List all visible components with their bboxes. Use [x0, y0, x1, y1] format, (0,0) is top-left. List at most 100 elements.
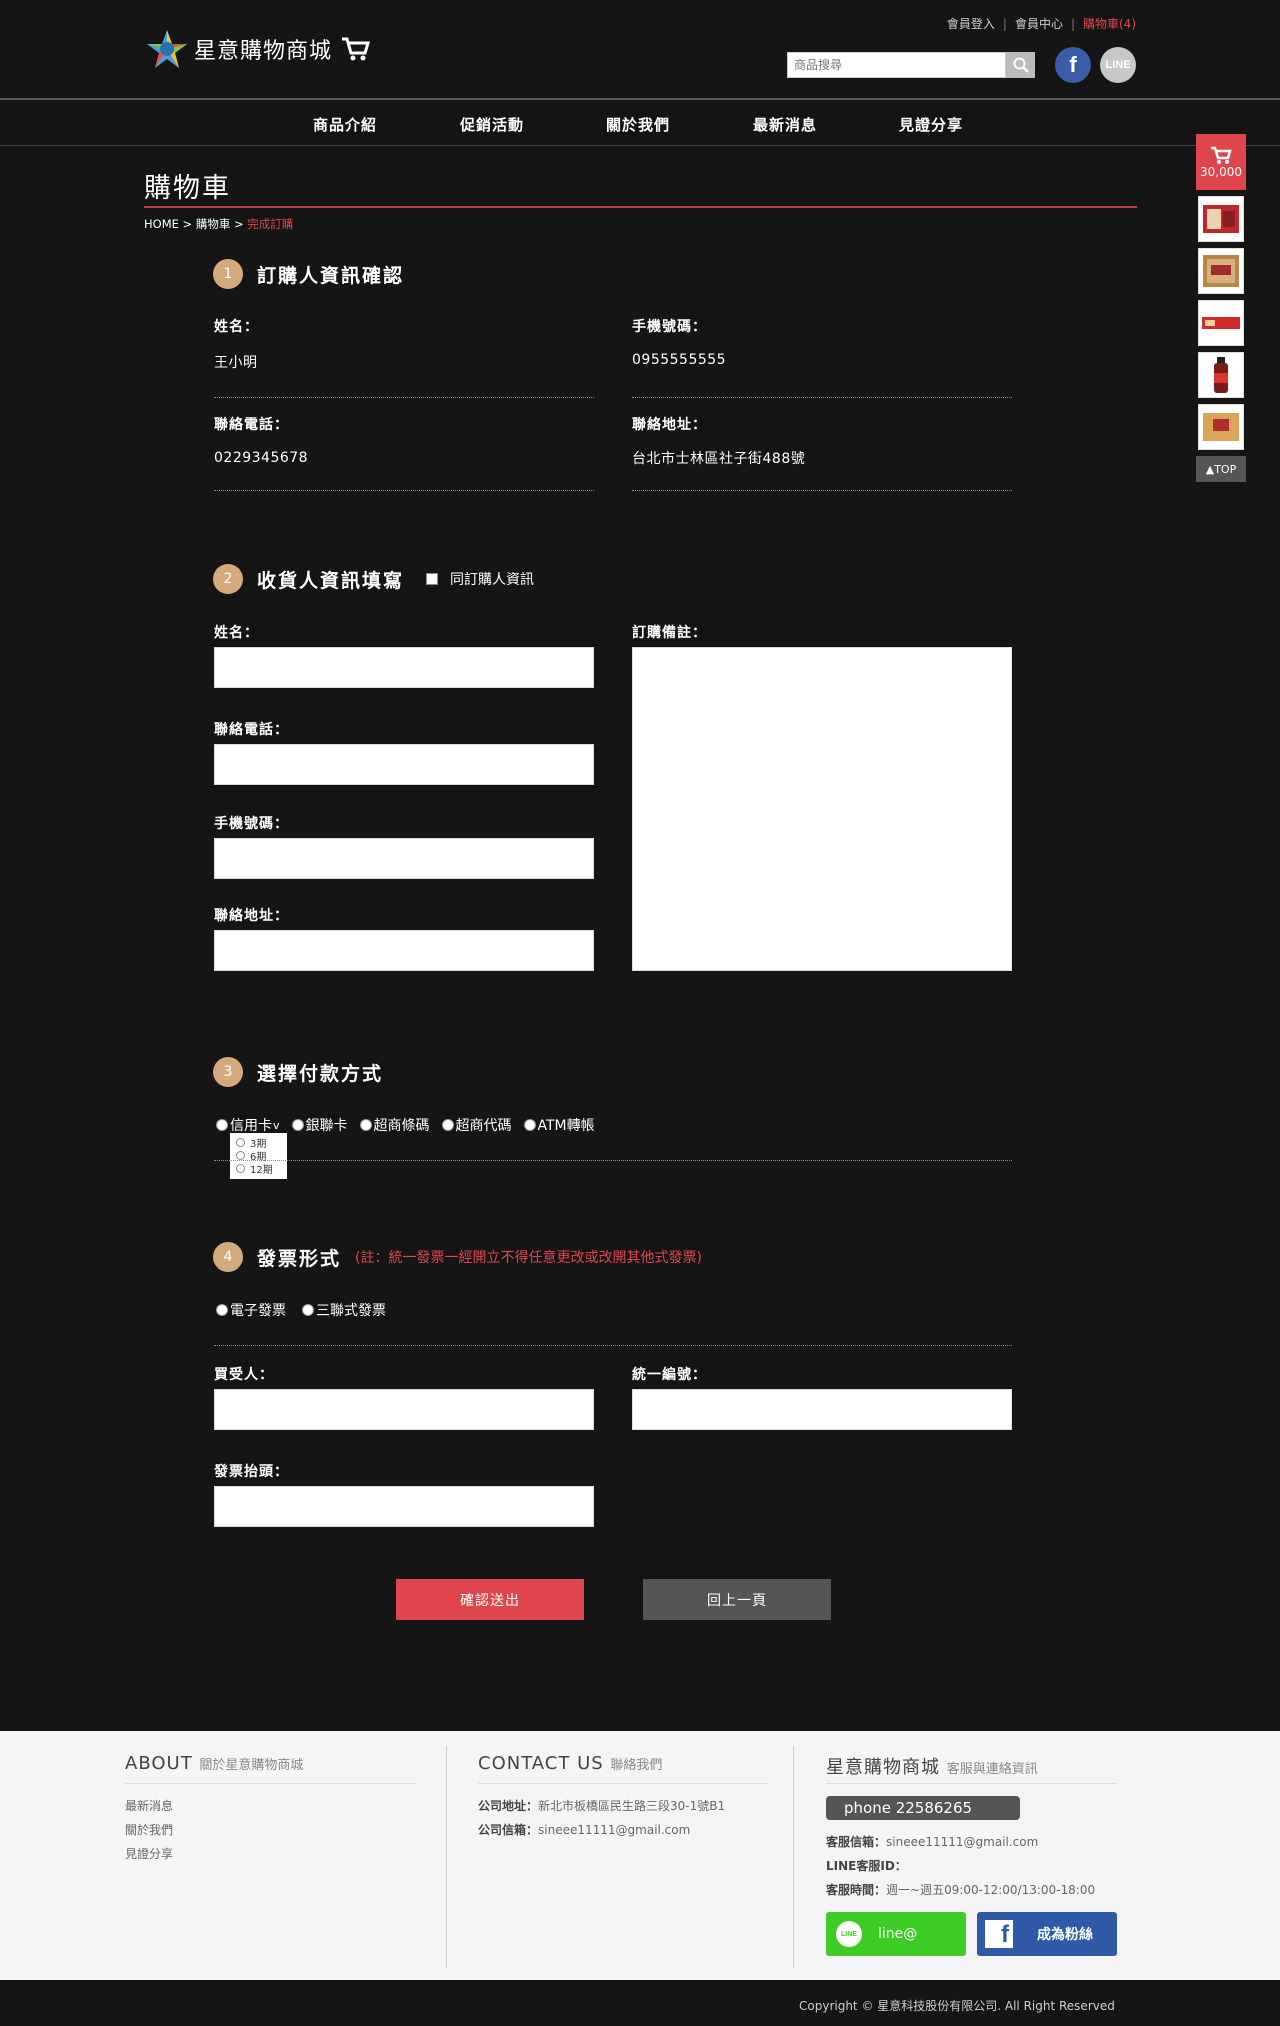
breadcrumb-cart[interactable]: 購物車 [196, 217, 231, 231]
payment-option-store-code[interactable]: 超商代碼 [441, 1115, 512, 1135]
cart-icon [1211, 146, 1232, 164]
breadcrumb-home[interactable]: HOME [144, 217, 179, 231]
installment-dropdown: 3期 6期 12期 [230, 1133, 287, 1179]
page-title: 購物車 [144, 173, 231, 204]
invoice-option-electronic[interactable]: 電子發票 [216, 1300, 286, 1320]
breadcrumb-current: 完成訂購 [247, 217, 294, 231]
payment-option-credit-card[interactable]: 信用卡 v [216, 1115, 280, 1135]
line-icon[interactable]: LINE [1100, 47, 1136, 83]
line-add-button[interactable]: LINE line@ [826, 1912, 966, 1956]
copyright-bar: Copyright © 星意科技股份有限公司. All Right Reserv… [0, 1980, 1280, 2026]
tax-id-input[interactable] [632, 1389, 1012, 1430]
buyer-entity-label: 買受人： [214, 1367, 274, 1383]
option-label: 電子發票 [230, 1303, 286, 1319]
radio-button[interactable] [441, 1119, 454, 1131]
facebook-fan-button[interactable]: f 成為粉絲 [977, 1912, 1117, 1956]
cart-item-thumbnail[interactable] [1198, 404, 1244, 450]
buyer-mobile-value: 0955555555 [632, 352, 727, 368]
buyer-phone-label: 聯絡電話： [214, 417, 289, 433]
recipient-address-input[interactable] [214, 930, 594, 971]
footer-link-news[interactable]: 最新消息 [125, 1797, 173, 1814]
radio-button[interactable] [359, 1119, 372, 1131]
divider [214, 1160, 1012, 1161]
divider [214, 1345, 1012, 1346]
search-input[interactable] [787, 52, 1006, 78]
divider [826, 1783, 1117, 1784]
buyer-entity-input[interactable] [214, 1389, 594, 1430]
email-value[interactable]: sineee11111@gmail.com [538, 1823, 690, 1837]
footer-service-title: 星意購物商城 客服與連絡資訊 [826, 1753, 1038, 1779]
search-bar [787, 52, 1035, 78]
recipient-phone-input[interactable] [214, 744, 594, 785]
nav-item-testimonials[interactable]: 見證分享 [899, 114, 963, 135]
login-link[interactable]: 會員登入 [947, 15, 995, 32]
member-center-link[interactable]: 會員中心 [1015, 15, 1063, 32]
product-image [1202, 317, 1240, 329]
same-as-buyer-checkbox[interactable] [426, 573, 439, 585]
section-title: 選擇付款方式 [257, 1062, 384, 1085]
cart-link[interactable]: 購物車(4) [1083, 15, 1136, 32]
same-as-buyer-option[interactable]: 同訂購人資訊 [426, 569, 534, 589]
address-label: 公司地址： [478, 1799, 539, 1813]
radio-button[interactable] [216, 1304, 228, 1316]
radio-button[interactable] [216, 1119, 228, 1131]
back-to-top-button[interactable]: ▲TOP [1196, 456, 1246, 482]
option-label: 三聯式發票 [316, 1303, 386, 1319]
radio-button[interactable] [291, 1119, 304, 1131]
cart-item-thumbnail[interactable] [1198, 352, 1244, 398]
recipient-name-label: 姓名： [214, 625, 259, 641]
cart-item-thumbnail[interactable] [1198, 248, 1244, 294]
company-address: 公司地址：新北市板橋區民生路三段30-1號B1 [478, 1797, 725, 1814]
step-number: 1 [213, 259, 243, 289]
cart-total: 30,000 [1200, 165, 1242, 179]
cart-item-thumbnail[interactable] [1198, 196, 1244, 242]
nav-item-about[interactable]: 關於我們 [606, 114, 670, 135]
payment-option-barcode[interactable]: 超商條碼 [359, 1115, 430, 1135]
floating-cart[interactable]: 30,000 [1196, 134, 1246, 190]
section-recipient-heading: 2 收貨人資訊填寫 同訂購人資訊 [213, 564, 534, 594]
footer-contact-title: CONTACT US 聯絡我們 [478, 1753, 662, 1774]
cart-item-thumbnail[interactable] [1198, 300, 1244, 346]
invoice-title-label: 發票抬頭： [214, 1464, 289, 1480]
facebook-icon: f [985, 1920, 1013, 1948]
nav-item-products[interactable]: 商品介紹 [313, 114, 377, 135]
recipient-name-input[interactable] [214, 647, 594, 688]
payment-option-unionpay[interactable]: 銀聯卡 [291, 1115, 348, 1135]
email-label: 公司信箱： [478, 1823, 539, 1837]
product-image [1203, 205, 1239, 233]
service-email-value[interactable]: sineee11111@gmail.com [886, 1835, 1038, 1849]
buyer-name-label: 姓名： [214, 319, 259, 335]
buyer-name-value: 王小明 [214, 355, 258, 371]
site-logo[interactable]: 星意購物商城 [146, 28, 371, 70]
facebook-letter: f [1069, 52, 1077, 77]
line-id-label: LINE客服ID： [826, 1859, 907, 1873]
payment-option-atm[interactable]: ATM轉帳 [523, 1115, 595, 1135]
invoice-title-input[interactable] [214, 1486, 594, 1527]
divider [632, 490, 1012, 491]
buyer-address-value: 台北市士林區社子街488號 [632, 451, 806, 467]
radio-button[interactable] [302, 1304, 314, 1316]
service-hours: 客服時間：週一~週五09:00-12:00/13:00-18:00 [826, 1881, 1095, 1898]
invoice-options: 電子發票 三聯式發票 [216, 1300, 398, 1320]
facebook-icon[interactable]: f [1055, 47, 1091, 83]
main-nav: 商品介紹 促銷活動 關於我們 最新消息 見證分享 [0, 102, 1280, 146]
separator: | [1070, 16, 1075, 31]
order-note-textarea[interactable] [632, 647, 1012, 971]
search-button[interactable] [1006, 52, 1035, 78]
footer-link-about[interactable]: 關於我們 [125, 1821, 173, 1838]
invoice-option-triplicate[interactable]: 三聯式發票 [302, 1300, 386, 1320]
installment-option[interactable]: 12期 [236, 1162, 281, 1176]
radio-button[interactable] [236, 1138, 245, 1147]
nav-item-news[interactable]: 最新消息 [753, 114, 817, 135]
back-button[interactable]: 回上一頁 [643, 1579, 831, 1620]
radio-button[interactable] [236, 1151, 245, 1160]
option-label: 銀聯卡 [305, 1118, 348, 1134]
radio-button[interactable] [523, 1119, 536, 1131]
submit-button[interactable]: 確認送出 [396, 1579, 584, 1620]
recipient-mobile-input[interactable] [214, 838, 594, 879]
section-payment-heading: 3 選擇付款方式 [213, 1057, 383, 1087]
company-email: 公司信箱：sineee11111@gmail.com [478, 1821, 690, 1838]
nav-item-promotions[interactable]: 促銷活動 [460, 114, 524, 135]
footer-link-testimonials[interactable]: 見證分享 [125, 1845, 173, 1862]
radio-button[interactable] [236, 1164, 245, 1173]
